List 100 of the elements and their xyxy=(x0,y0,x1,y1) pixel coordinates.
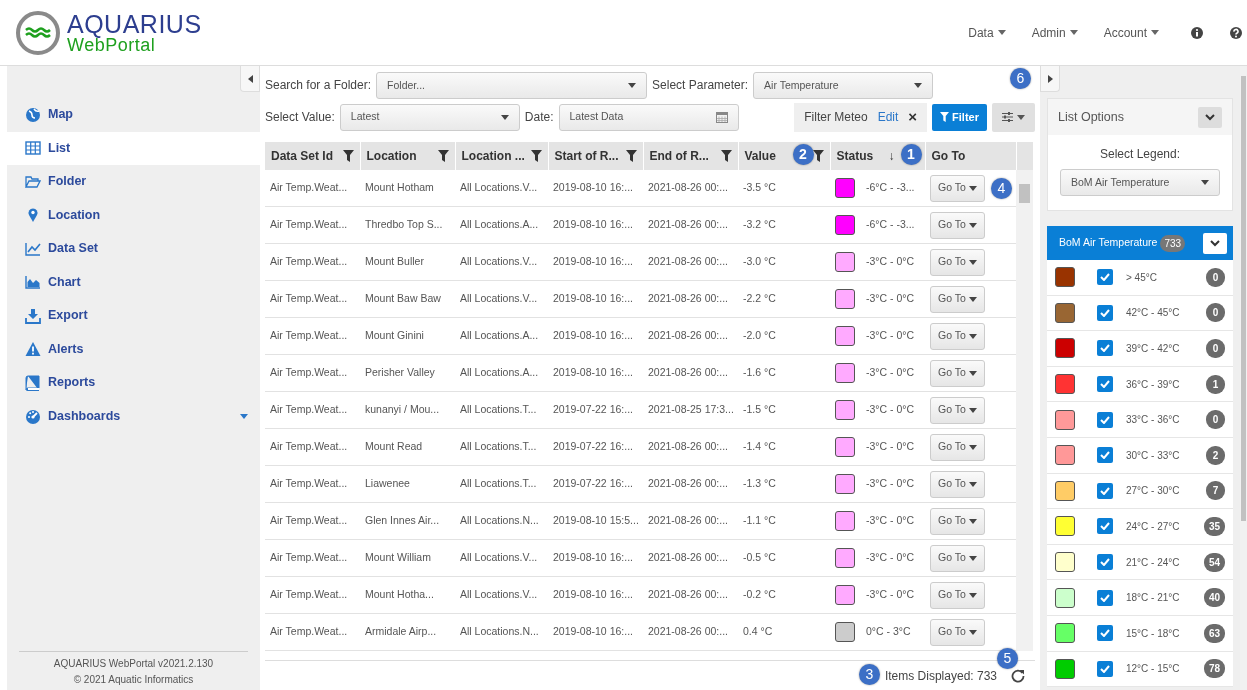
table-cell: -3.5 °C xyxy=(738,169,830,207)
column-header[interactable]: Location xyxy=(360,141,455,170)
table-cell: -0.2 °C xyxy=(738,576,830,614)
column-header[interactable]: Go To xyxy=(925,141,1016,170)
status-range: -3°C - 0°C xyxy=(866,254,915,270)
status-range: -6°C - -3... xyxy=(866,217,915,233)
help-icon[interactable] xyxy=(1230,26,1242,39)
goto-button[interactable]: Go To xyxy=(930,396,985,424)
menu-icon xyxy=(25,173,41,190)
check-icon xyxy=(1100,629,1110,638)
goto-button[interactable]: Go To xyxy=(930,581,985,609)
check-icon xyxy=(1100,415,1110,424)
checkbox[interactable] xyxy=(1097,482,1113,499)
goto-button[interactable]: Go To xyxy=(930,285,985,313)
sidebar-item[interactable]: Export xyxy=(7,299,260,333)
table-cell: Liawenee xyxy=(360,465,455,503)
goto-button[interactable]: Go To xyxy=(930,618,985,646)
caret-icon xyxy=(968,259,977,265)
column-header[interactable]: Location ... xyxy=(455,141,548,170)
goto-button[interactable]: Go To xyxy=(930,248,985,276)
nav-menu[interactable]: Account xyxy=(1103,23,1159,42)
checkbox[interactable] xyxy=(1097,269,1113,286)
checkbox[interactable] xyxy=(1097,447,1113,464)
count-badge: 733 xyxy=(1160,234,1186,252)
column-header[interactable]: Data Set Id xyxy=(265,141,360,170)
sidebar-item[interactable]: Chart xyxy=(7,265,260,299)
goto-button[interactable]: Go To xyxy=(930,211,985,239)
callout: 5 xyxy=(997,648,1018,670)
nav-menu[interactable]: Admin xyxy=(1031,23,1078,42)
edit-link[interactable]: Edit xyxy=(877,108,899,127)
sidebar-item[interactable]: Dashboards xyxy=(7,399,260,433)
collapse-button[interactable] xyxy=(240,66,260,92)
check-icon xyxy=(1100,273,1110,282)
checkbox[interactable] xyxy=(1097,625,1113,642)
range-label: 15°C - 18°C xyxy=(1126,626,1181,641)
check-icon xyxy=(1100,593,1110,602)
column-header[interactable]: Status ↓ 1 xyxy=(830,141,925,170)
checkbox[interactable] xyxy=(1097,660,1113,677)
sidebar-item[interactable]: Reports xyxy=(7,366,260,400)
column-header[interactable]: Start of R... xyxy=(548,141,643,170)
table-cell: Air Temp.Weat... xyxy=(265,465,360,503)
date-field[interactable]: Latest Data xyxy=(558,103,739,131)
check-icon xyxy=(1100,344,1110,353)
count-badge: 78 xyxy=(1203,659,1225,679)
checkbox[interactable] xyxy=(1097,376,1113,393)
goto-button[interactable]: Go To xyxy=(930,322,985,350)
status-range: -3°C - 0°C xyxy=(866,476,915,492)
table-cell: 2021-08-26 00:... xyxy=(643,317,738,355)
goto-button[interactable]: Go To xyxy=(930,507,985,535)
column-header[interactable]: Value 2 xyxy=(738,141,830,170)
sidebar-item[interactable]: Folder xyxy=(7,165,260,199)
goto-button[interactable]: Go To xyxy=(930,359,985,387)
sidebar-item[interactable]: Data Set xyxy=(7,232,260,266)
checkbox[interactable] xyxy=(1097,518,1113,535)
table-cell: -1.6 °C xyxy=(738,354,830,392)
value-dropdown[interactable]: Latest xyxy=(339,103,520,131)
collapse-button[interactable] xyxy=(1198,106,1222,128)
checkbox[interactable] xyxy=(1097,411,1113,428)
table-cell: All Locations.N... xyxy=(455,502,548,540)
expand-button[interactable] xyxy=(1040,66,1060,92)
scrollbar[interactable] xyxy=(1016,169,1033,652)
remove-button[interactable]: × xyxy=(908,106,918,129)
checkbox[interactable] xyxy=(1097,589,1113,606)
checkbox[interactable] xyxy=(1097,304,1113,321)
goto-button[interactable]: Go To xyxy=(930,470,985,498)
goto-button[interactable]: Go To xyxy=(930,433,985,461)
table-cell: 2021-08-26 00:... xyxy=(643,613,738,651)
checkbox[interactable] xyxy=(1097,340,1113,357)
collapse-button[interactable] xyxy=(1203,232,1227,254)
table-cell: All Locations.V... xyxy=(455,280,548,318)
scrollbar[interactable] xyxy=(1240,66,1247,690)
refresh-icon[interactable] xyxy=(1011,668,1025,683)
callout: 3 xyxy=(858,663,880,685)
parameter-dropdown[interactable]: Air Temperature xyxy=(753,71,934,99)
sidebar-item[interactable]: Location xyxy=(7,198,260,232)
items-count: Items Displayed: 733 xyxy=(884,668,997,683)
footer-text: AQUARIUS WebPortal v2021.2.130 xyxy=(52,657,215,671)
filter-button[interactable]: Filter xyxy=(932,103,987,131)
info-icon[interactable] xyxy=(1191,26,1203,39)
goto-button[interactable]: Go To xyxy=(930,544,985,572)
count-badge: 0 xyxy=(1206,267,1225,287)
sidebar-item[interactable]: Alerts xyxy=(7,332,260,366)
legend-dropdown[interactable]: BoM Air Temperature xyxy=(1060,169,1220,196)
goto-button[interactable]: Go To xyxy=(930,174,985,202)
range-label: 39°C - 42°C xyxy=(1126,342,1181,356)
chevron-down-icon xyxy=(1205,113,1215,121)
sidebar-item[interactable]: List xyxy=(7,131,260,165)
table-cell: Glen Innes Air... xyxy=(360,502,455,540)
column-header[interactable]: End of R... xyxy=(643,141,738,170)
table-cell: 2019-08-10 16:... xyxy=(548,576,643,614)
table-cell: 2019-08-10 16:... xyxy=(548,243,643,281)
status-range: -3°C - 0°C xyxy=(866,439,915,455)
menu-icon xyxy=(25,240,41,257)
caret-icon xyxy=(1017,114,1025,120)
sidebar-item[interactable]: Map xyxy=(7,98,260,132)
checkbox[interactable] xyxy=(1097,554,1113,571)
folder-dropdown[interactable]: Folder... xyxy=(376,71,648,99)
table-cell: All Locations.A... xyxy=(455,206,548,244)
nav-menu[interactable]: Data xyxy=(968,23,1006,42)
table-cell: -1.1 °C xyxy=(738,502,830,540)
